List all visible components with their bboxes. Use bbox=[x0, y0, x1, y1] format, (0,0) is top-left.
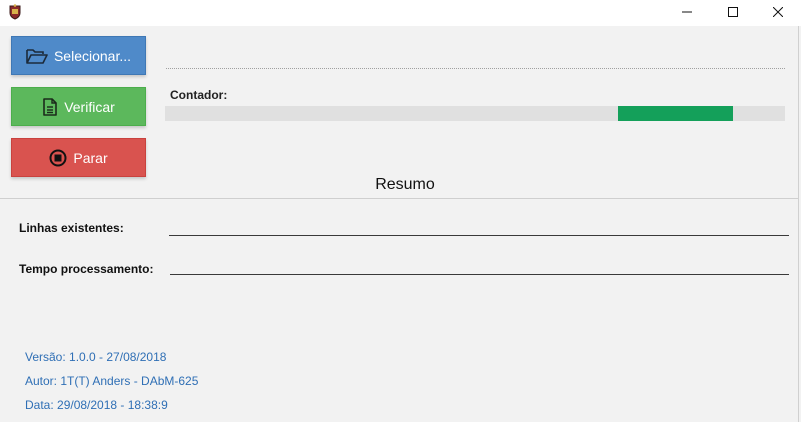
minimize-button[interactable] bbox=[664, 0, 710, 26]
verify-button-label: Verificar bbox=[64, 98, 115, 115]
version-text: Versão: 1.0.0 - 27/08/2018 bbox=[25, 350, 167, 364]
maximize-button[interactable] bbox=[710, 0, 756, 26]
maximize-icon bbox=[728, 4, 738, 22]
processing-time-label: Tempo processamento: bbox=[19, 262, 154, 276]
folder-open-icon bbox=[26, 48, 48, 64]
select-button-label: Selecionar... bbox=[53, 47, 132, 64]
lines-count-label: Linhas existentes: bbox=[19, 221, 124, 235]
date-text: Data: 29/08/2018 - 18:38:9 bbox=[25, 398, 168, 412]
document-icon bbox=[42, 97, 58, 116]
coat-of-arms-icon bbox=[9, 4, 21, 20]
summary-title: Resumo bbox=[375, 176, 435, 193]
progress-bar bbox=[165, 106, 785, 121]
counter-label: Contador: bbox=[170, 88, 228, 102]
processing-time-value bbox=[170, 274, 789, 275]
title-bar bbox=[0, 0, 801, 26]
close-icon bbox=[772, 4, 784, 22]
progress-bar-indicator bbox=[618, 106, 733, 121]
summary-divider bbox=[0, 198, 798, 199]
separator-dotted bbox=[166, 68, 785, 69]
window-edge bbox=[798, 26, 799, 422]
minimize-icon bbox=[682, 4, 692, 22]
author-text: Autor: 1T(T) Anders - DAbM-625 bbox=[25, 374, 199, 388]
select-button[interactable]: Selecionar... bbox=[11, 36, 146, 75]
close-button[interactable] bbox=[755, 0, 801, 26]
stop-icon bbox=[49, 149, 67, 167]
stop-button-label: Parar bbox=[73, 149, 108, 166]
stop-button[interactable]: Parar bbox=[11, 138, 146, 177]
verify-button[interactable]: Verificar bbox=[11, 87, 146, 126]
lines-count-value bbox=[169, 235, 789, 236]
